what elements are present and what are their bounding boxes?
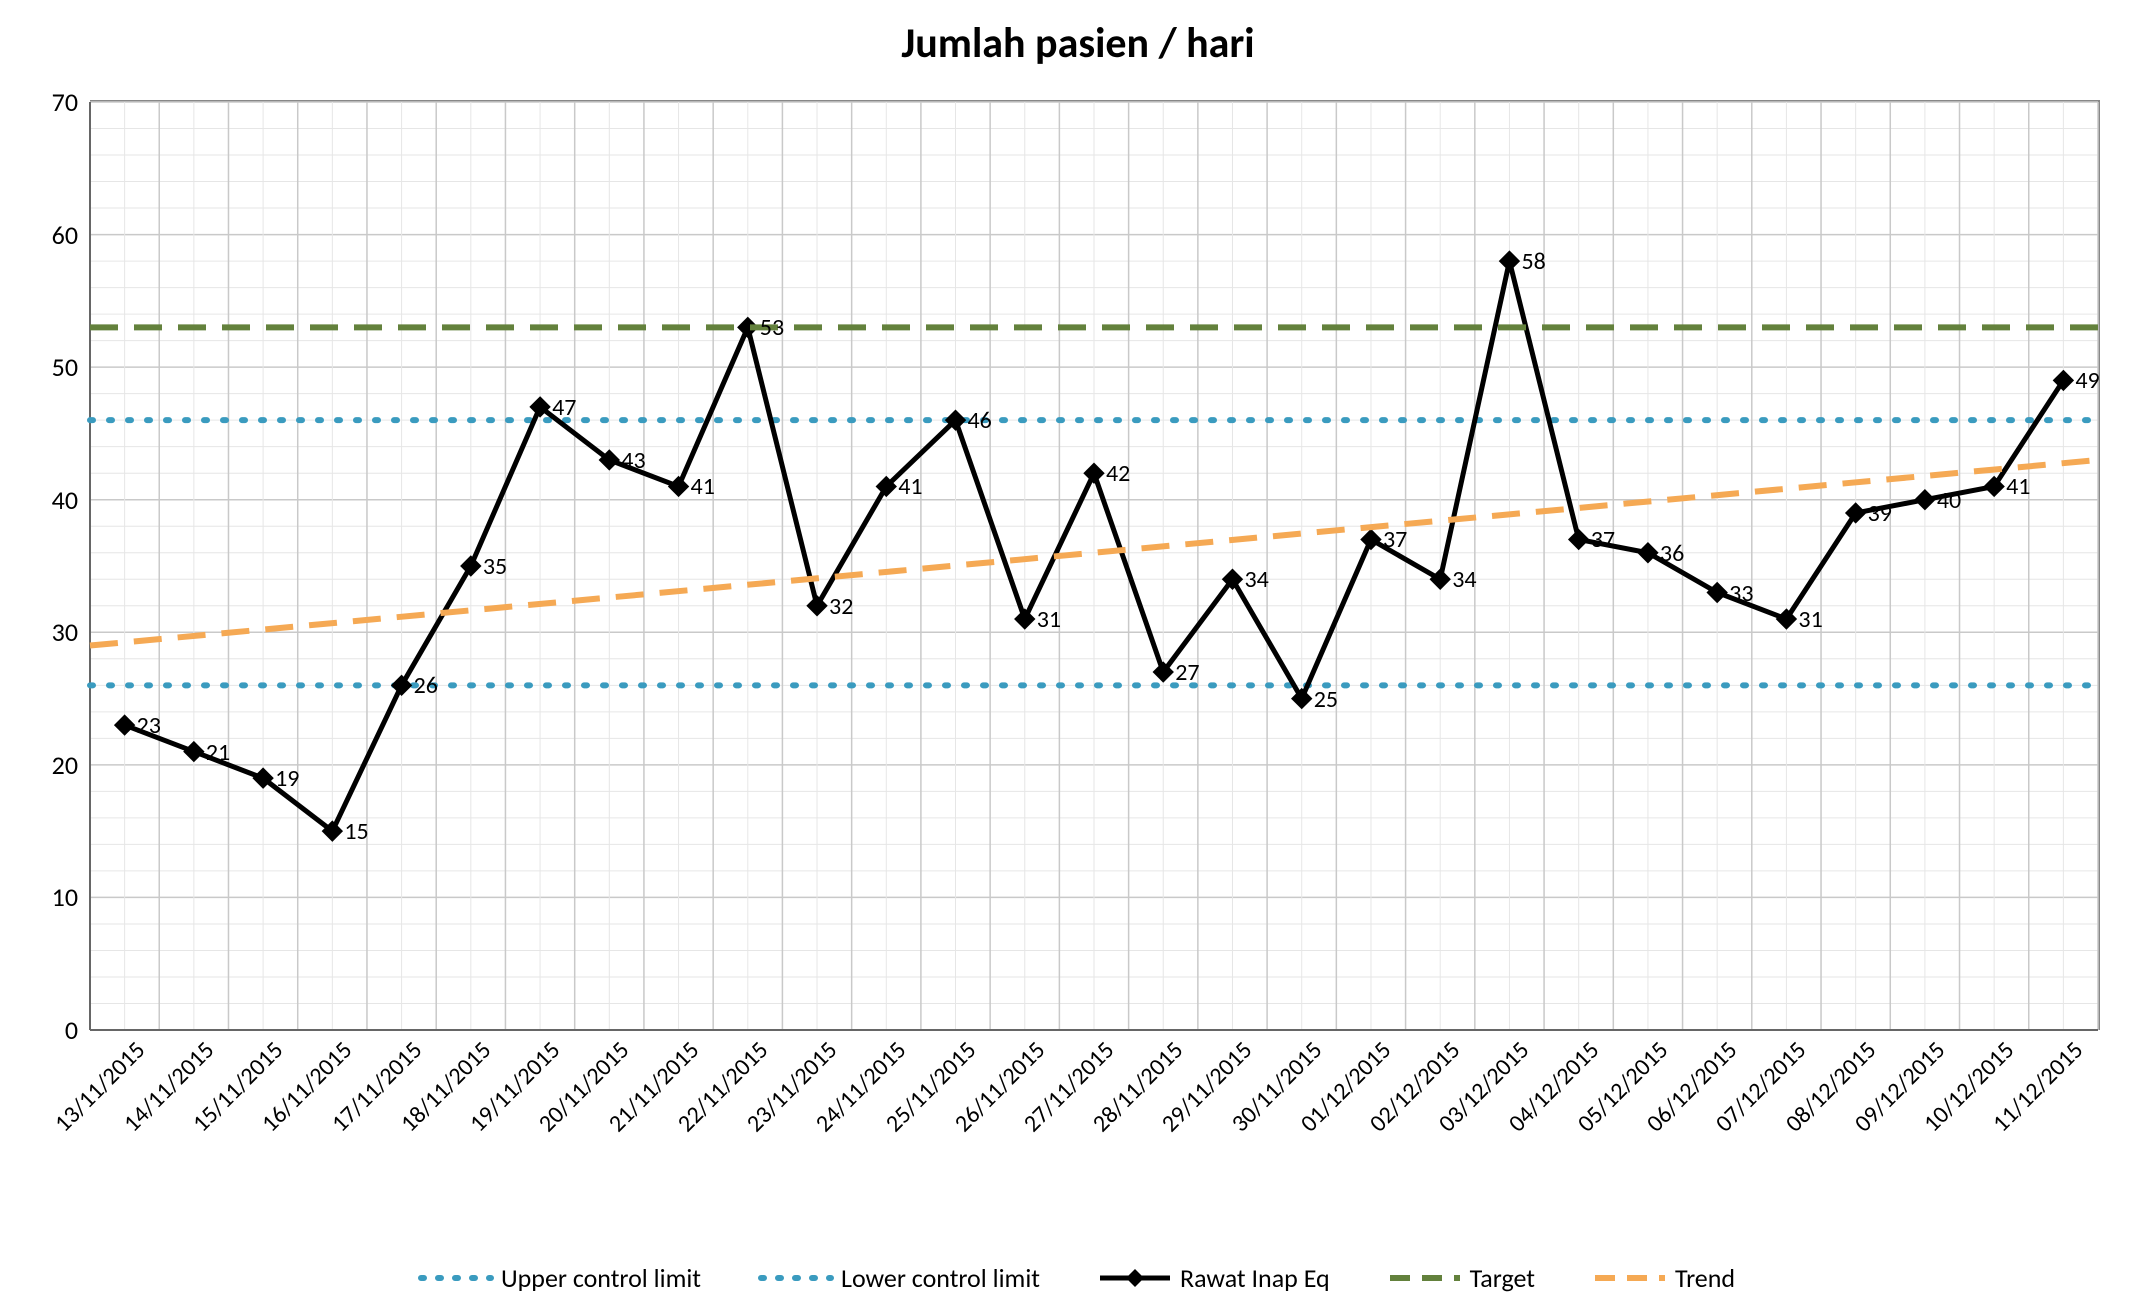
data-label: 31 (1037, 605, 1061, 634)
legend-label: Upper control limit (501, 1262, 701, 1294)
data-label: 21 (206, 738, 230, 767)
data-label: 31 (1798, 605, 1822, 634)
data-label: 42 (1106, 459, 1130, 488)
legend-swatch (1100, 1263, 1170, 1293)
legend-item: Upper control limit (421, 1262, 701, 1294)
y-tick-label: 30 (18, 616, 90, 648)
legend-swatch (421, 1263, 491, 1293)
legend-swatch (761, 1263, 831, 1293)
legend-item: Trend (1595, 1262, 1735, 1294)
data-label: 37 (1591, 525, 1615, 554)
chart-container: Jumlah pasien / hari 01020304050607013/1… (0, 0, 2156, 1316)
plot-svg (90, 102, 2098, 1030)
data-label: 34 (1244, 565, 1268, 594)
legend-label: Rawat Inap Eq (1180, 1262, 1330, 1294)
data-label: 58 (1521, 247, 1545, 276)
data-label: 23 (137, 711, 161, 740)
data-label: 25 (1314, 685, 1338, 714)
data-label: 33 (1729, 579, 1753, 608)
legend-swatch (1595, 1263, 1665, 1293)
data-label: 43 (621, 446, 645, 475)
data-label: 37 (1383, 525, 1407, 554)
data-label: 47 (552, 393, 576, 422)
legend-label: Trend (1675, 1262, 1735, 1294)
y-tick-label: 70 (18, 86, 90, 118)
data-label: 32 (829, 592, 853, 621)
y-tick-label: 60 (18, 219, 90, 251)
legend-item: Target (1390, 1262, 1535, 1294)
data-label: 49 (2075, 366, 2099, 395)
legend-label: Lower control limit (841, 1262, 1040, 1294)
data-label: 36 (1660, 539, 1684, 568)
y-tick-label: 50 (18, 351, 90, 383)
y-tick-label: 20 (18, 749, 90, 781)
data-label: 26 (414, 671, 438, 700)
data-label: 53 (760, 313, 784, 342)
data-label: 35 (483, 552, 507, 581)
legend-swatch (1390, 1263, 1460, 1293)
data-label: 41 (2006, 472, 2030, 501)
data-label: 34 (1452, 565, 1476, 594)
data-label: 40 (1937, 486, 1961, 515)
legend-item: Lower control limit (761, 1262, 1040, 1294)
data-label: 27 (1175, 658, 1199, 687)
y-tick-label: 40 (18, 484, 90, 516)
data-label: 41 (691, 472, 715, 501)
data-label: 19 (275, 764, 299, 793)
data-label: 41 (898, 472, 922, 501)
data-label: 15 (344, 817, 368, 846)
y-tick-label: 10 (18, 881, 90, 913)
legend-item: Rawat Inap Eq (1100, 1262, 1330, 1294)
legend-label: Target (1470, 1262, 1535, 1294)
plot-area: 01020304050607013/11/201514/11/201515/11… (90, 100, 2100, 1030)
chart-title: Jumlah pasien / hari (0, 18, 2156, 69)
data-label: 39 (1868, 499, 1892, 528)
y-tick-label: 0 (18, 1014, 90, 1046)
legend: Upper control limit Lower control limit Ra… (0, 1262, 2156, 1294)
data-label: 46 (968, 406, 992, 435)
